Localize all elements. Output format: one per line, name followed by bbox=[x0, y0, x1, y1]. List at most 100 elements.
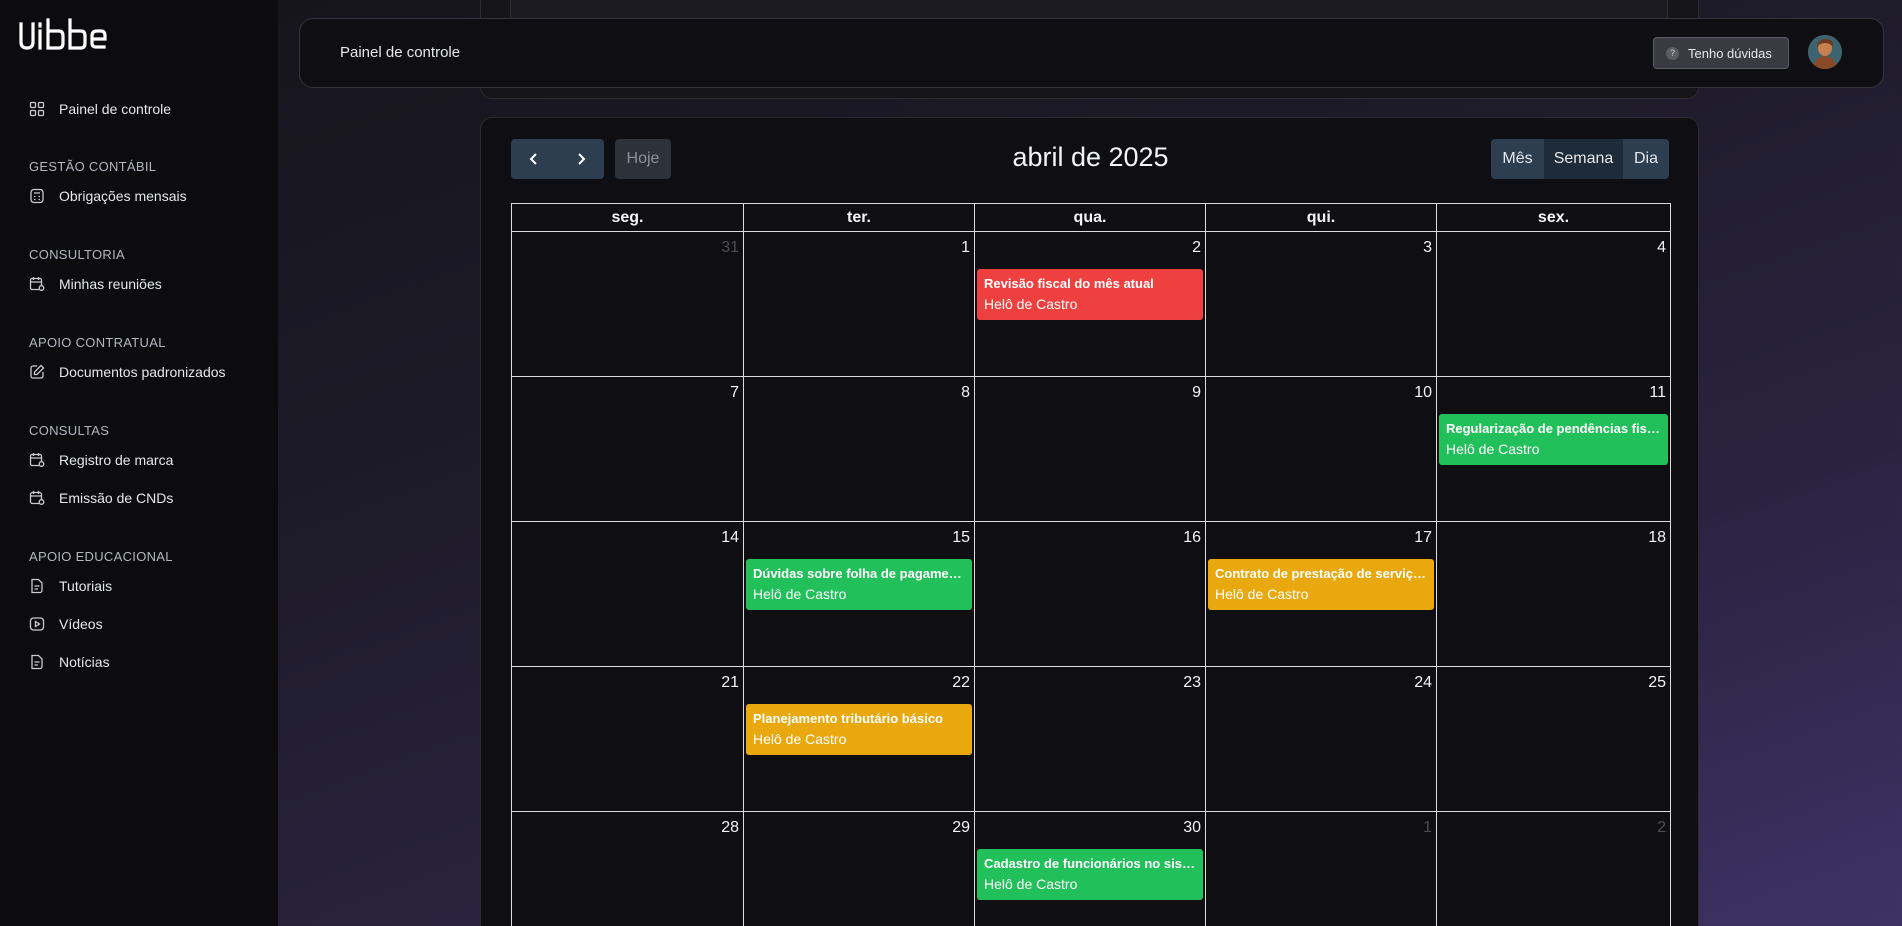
sidebar-item-videos[interactable]: Vídeos bbox=[29, 611, 259, 637]
calendar-event[interactable]: Contrato de prestação de serviços Helô de… bbox=[1208, 559, 1434, 610]
day-cell[interactable]: 1 bbox=[1206, 812, 1437, 926]
page-title: Painel de controle bbox=[340, 44, 461, 61]
event-organizer: Helô de Castro bbox=[753, 586, 847, 602]
next-button[interactable] bbox=[558, 139, 605, 179]
day-number: 2 bbox=[1657, 819, 1666, 836]
sidebar-item-tutoriais[interactable]: Tutoriais bbox=[29, 573, 259, 599]
day-cell[interactable]: 2 bbox=[1437, 812, 1671, 926]
sidebar-item-label: Vídeos bbox=[59, 616, 103, 632]
event-organizer: Helô de Castro bbox=[1446, 441, 1540, 457]
event-organizer: Helô de Castro bbox=[753, 731, 847, 747]
day-cell[interactable]: 22 Planejamento tributário básico Helô de … bbox=[744, 667, 975, 812]
sidebar-item-emissao-cnds[interactable]: Emissão de CNDs bbox=[29, 485, 259, 511]
prev-button[interactable] bbox=[511, 139, 558, 179]
day-cell[interactable]: 11 Regularização de pendências fiscais Hel… bbox=[1437, 377, 1671, 522]
weekday-header: sex. bbox=[1437, 203, 1671, 232]
event-title: Revisão fiscal do mês atual bbox=[984, 276, 1154, 291]
day-cell[interactable]: 25 bbox=[1437, 667, 1671, 812]
vibbe-logo[interactable] bbox=[18, 18, 123, 52]
document-icon bbox=[29, 654, 45, 670]
day-cell[interactable]: 1 bbox=[744, 232, 975, 377]
calendar-event[interactable]: Cadastro de funcionários no sistema Helô … bbox=[977, 849, 1203, 900]
day-number: 21 bbox=[721, 674, 739, 691]
event-organizer: Helô de Castro bbox=[984, 876, 1078, 892]
day-number: 1 bbox=[1423, 819, 1432, 836]
day-cell[interactable]: 4 bbox=[1437, 232, 1671, 377]
day-cell[interactable]: 23 bbox=[975, 667, 1206, 812]
day-number: 15 bbox=[952, 529, 970, 546]
event-organizer: Helô de Castro bbox=[1215, 586, 1309, 602]
sidebar-item-label: Emissão de CNDs bbox=[59, 490, 174, 506]
day-cell[interactable]: 17 Contrato de prestação de serviços Helô … bbox=[1206, 522, 1437, 667]
day-number: 31 bbox=[721, 239, 739, 256]
sidebar-item-label: Notícias bbox=[59, 654, 110, 670]
view-day-button[interactable]: Dia bbox=[1623, 139, 1669, 179]
event-title: Cadastro de funcionários no sistema bbox=[984, 856, 1196, 871]
day-number: 30 bbox=[1183, 819, 1201, 836]
document-icon bbox=[29, 578, 45, 594]
sidebar-item-obrigacoes[interactable]: Obrigações mensais bbox=[29, 183, 259, 209]
day-number: 10 bbox=[1414, 384, 1432, 401]
calculator-icon bbox=[29, 188, 45, 204]
day-cell[interactable]: 9 bbox=[975, 377, 1206, 522]
day-cell[interactable]: 2 Revisão fiscal do mês atual Helô de Cast… bbox=[975, 232, 1206, 377]
sidebar-item-noticias[interactable]: Notícias bbox=[29, 649, 259, 675]
calendar-event[interactable]: Revisão fiscal do mês atual Helô de Castr… bbox=[977, 269, 1203, 320]
day-cell[interactable]: 21 bbox=[512, 667, 744, 812]
sidebar-item-label: Registro de marca bbox=[59, 452, 174, 468]
section-gestao-contabil: GESTÃO CONTÁBIL bbox=[29, 159, 157, 174]
sidebar-item-painel[interactable]: Painel de controle bbox=[29, 96, 259, 122]
day-cell[interactable]: 15 Dúvidas sobre folha de pagamento Helô d… bbox=[744, 522, 975, 667]
calendar-icon bbox=[29, 452, 45, 468]
view-week-button[interactable]: Semana bbox=[1544, 139, 1623, 179]
day-cell[interactable]: 18 bbox=[1437, 522, 1671, 667]
event-title: Regularização de pendências fiscais bbox=[1446, 421, 1661, 436]
view-switcher: Mês Semana Dia bbox=[1491, 139, 1669, 179]
day-number: 28 bbox=[721, 819, 739, 836]
calendar-event[interactable]: Planejamento tributário básico Helô de Ca… bbox=[746, 704, 972, 755]
day-cell[interactable]: 8 bbox=[744, 377, 975, 522]
calendar-event[interactable]: Regularização de pendências fiscais Helô … bbox=[1439, 414, 1668, 465]
day-number: 18 bbox=[1648, 529, 1666, 546]
event-title: Contrato de prestação de serviços bbox=[1215, 566, 1427, 581]
day-cell[interactable]: 3 bbox=[1206, 232, 1437, 377]
weekday-header: qui. bbox=[1206, 203, 1437, 232]
calendar-card: Hoje abril de 2025 Mês Semana Dia seg. te… bbox=[480, 117, 1699, 926]
calendar-icon bbox=[29, 276, 45, 292]
grid-icon bbox=[29, 101, 45, 117]
day-cell[interactable]: 16 bbox=[975, 522, 1206, 667]
day-number: 16 bbox=[1183, 529, 1201, 546]
day-number: 3 bbox=[1423, 239, 1432, 256]
weekday-header: seg. bbox=[512, 203, 744, 232]
calendar-grid: seg. ter. qua. qui. sex. 31 1 2 Revisão fiscal d… bbox=[511, 203, 1671, 926]
day-number: 9 bbox=[1192, 384, 1201, 401]
day-number: 29 bbox=[952, 819, 970, 836]
sidebar-item-documentos[interactable]: Documentos padronizados bbox=[29, 359, 259, 385]
day-cell[interactable]: 31 bbox=[512, 232, 744, 377]
day-number: 17 bbox=[1414, 529, 1432, 546]
day-number: 11 bbox=[1649, 384, 1666, 401]
sidebar-item-registro-marca[interactable]: Registro de marca bbox=[29, 447, 259, 473]
day-cell[interactable]: 24 bbox=[1206, 667, 1437, 812]
calendar-nav-group bbox=[511, 139, 604, 179]
event-title: Planejamento tributário básico bbox=[753, 711, 943, 726]
chevron-left-icon bbox=[529, 153, 537, 165]
sidebar-item-reunioes[interactable]: Minhas reuniões bbox=[29, 271, 259, 297]
event-title: Dúvidas sobre folha de pagamento bbox=[753, 566, 965, 581]
section-consultas: CONSULTAS bbox=[29, 423, 110, 438]
day-cell[interactable]: 30 Cadastro de funcionários no sistema Hel… bbox=[975, 812, 1206, 926]
day-cell[interactable]: 29 bbox=[744, 812, 975, 926]
sidebar-item-label: Documentos padronizados bbox=[59, 364, 226, 380]
day-cell[interactable]: 7 bbox=[512, 377, 744, 522]
calendar-event[interactable]: Dúvidas sobre folha de pagamento Helô de … bbox=[746, 559, 972, 610]
view-month-button[interactable]: Mês bbox=[1491, 139, 1544, 179]
sidebar-item-label: Minhas reuniões bbox=[59, 276, 162, 292]
day-cell[interactable]: 14 bbox=[512, 522, 744, 667]
today-button[interactable]: Hoje bbox=[615, 139, 671, 179]
play-icon bbox=[29, 616, 45, 632]
day-cell[interactable]: 28 bbox=[512, 812, 744, 926]
help-button[interactable]: ? Tenho dúvidas bbox=[1653, 37, 1789, 69]
day-cell[interactable]: 10 bbox=[1206, 377, 1437, 522]
avatar[interactable] bbox=[1808, 35, 1842, 69]
weekday-header: ter. bbox=[744, 203, 975, 232]
